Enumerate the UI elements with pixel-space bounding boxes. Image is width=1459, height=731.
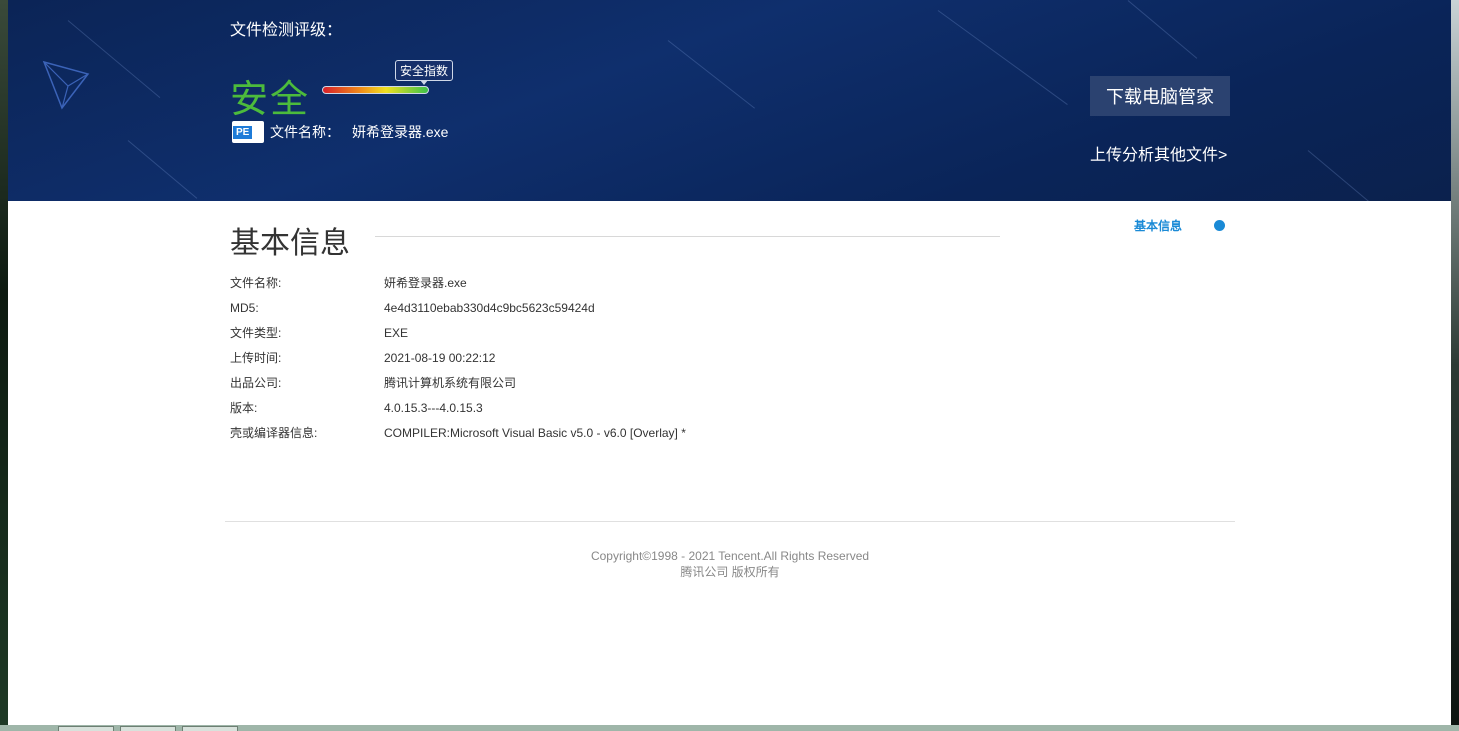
decor-streak (1127, 0, 1198, 59)
info-value: 妍希登录器.exe (384, 276, 467, 290)
footer: Copyright©1998 - 2021 Tencent.All Rights… (225, 548, 1235, 580)
footer-copyright-cn: 腾讯公司 版权所有 (680, 565, 780, 579)
desktop-edge-left (0, 0, 8, 731)
info-key: 文件类型: (230, 326, 282, 340)
info-row-compiler: 壳或编译器信息: COMPILER:Microsoft Visual Basic… (230, 420, 686, 445)
decor-streak (937, 10, 1068, 105)
file-name-label: 文件名称： (270, 124, 340, 140)
upload-other-file-link[interactable]: 上传分析其他文件> (1090, 141, 1227, 165)
side-nav-basic-info-link[interactable]: 基本信息 (1134, 217, 1182, 234)
info-value: COMPILER:Microsoft Visual Basic v5.0 - v… (384, 425, 686, 440)
footer-divider (225, 521, 1235, 522)
taskbar-button[interactable] (182, 726, 238, 731)
verdict-label: 文件检测评级： (230, 22, 343, 39)
info-row-md5: MD5: 4e4d3110ebab330d4c9bc5623c59424d (230, 295, 686, 320)
section-divider (375, 236, 1000, 237)
report-window: 文件检测评级： 安全 安全指数 PE 文件名称： 妍希登录器.exe 下载电脑管… (8, 0, 1451, 726)
decor-streak (667, 40, 755, 109)
info-key: 版本: (230, 401, 258, 415)
meter-bar (322, 86, 429, 94)
info-key: 上传时间: (230, 351, 282, 365)
info-value: 4.0.15.3---4.0.15.3 (384, 400, 483, 415)
info-key: 文件名称: (230, 276, 282, 290)
footer-copyright: Copyright©1998 - 2021 Tencent.All Rights… (590, 549, 870, 563)
safety-meter: 安全指数 (322, 60, 462, 100)
pe-file-icon: PE (232, 121, 264, 143)
file-name-value: 妍希登录器.exe (352, 124, 449, 140)
info-row-upload-time: 上传时间: 2021-08-19 00:22:12 (230, 345, 686, 370)
side-nav-dot-icon (1214, 220, 1226, 231)
verdict-text: 安全 (230, 79, 311, 121)
taskbar-button[interactable] (120, 726, 176, 731)
info-value: 4e4d3110ebab330d4c9bc5623c59424d (384, 300, 595, 315)
info-key: 壳或编译器信息: (230, 426, 318, 440)
file-name-row: PE 文件名称： 妍希登录器.exe (232, 121, 448, 143)
info-value: 腾讯计算机系统有限公司 (384, 376, 517, 390)
download-pc-manager-button[interactable]: 下载电脑管家 (1090, 76, 1230, 116)
info-row-version: 版本: 4.0.15.3---4.0.15.3 (230, 395, 686, 420)
info-key: MD5: (230, 300, 259, 315)
decor-streak (1307, 150, 1370, 201)
info-row-file-type: 文件类型: EXE (230, 320, 686, 345)
info-table: 文件名称: 妍希登录器.exe MD5: 4e4d3110ebab330d4c9… (230, 270, 686, 445)
taskbar-button[interactable] (58, 726, 114, 731)
info-value: 2021-08-19 00:22:12 (384, 350, 496, 365)
info-key: 出品公司: (230, 376, 282, 390)
desktop-edge-right (1451, 0, 1459, 731)
tencent-logo-icon (42, 60, 90, 110)
info-row-publisher: 出品公司: 腾讯计算机系统有限公司 (230, 370, 686, 395)
side-nav: 基本信息 (1134, 217, 1226, 234)
decor-streak (127, 140, 198, 199)
section-title: 基本信息 (230, 227, 350, 260)
section-header: 基本信息 (230, 218, 350, 262)
hero-banner: 文件检测评级： 安全 安全指数 PE 文件名称： 妍希登录器.exe 下载电脑管… (8, 0, 1451, 201)
meter-tooltip: 安全指数 (395, 60, 454, 85)
info-row-file-name: 文件名称: 妍希登录器.exe (230, 270, 686, 295)
info-value: EXE (384, 325, 409, 340)
